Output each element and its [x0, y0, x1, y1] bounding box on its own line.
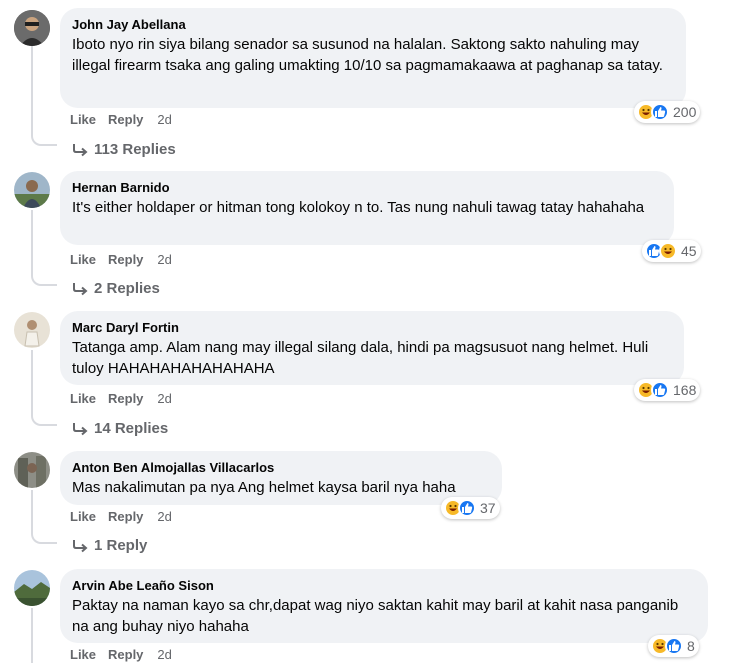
avatar-image	[14, 570, 50, 606]
avatar[interactable]	[14, 570, 50, 606]
reply-button[interactable]: Reply	[108, 252, 143, 267]
comment-text: Mas nakalimutan pa nya Ang helmet kaysa …	[72, 479, 456, 496]
reaction-count: 37	[480, 500, 496, 516]
avatar[interactable]	[14, 172, 50, 208]
avatar-image	[14, 312, 50, 348]
reply-button[interactable]: Reply	[108, 391, 143, 406]
thread-line	[31, 350, 33, 410]
comment-timestamp[interactable]: 2d	[157, 391, 171, 406]
comment-timestamp[interactable]: 2d	[157, 647, 171, 662]
comment-timestamp[interactable]: 2d	[157, 509, 171, 524]
comment-actions: Like Reply 2d	[70, 252, 172, 267]
reaction-summary[interactable]: 200	[634, 101, 701, 123]
reply-button[interactable]: Reply	[108, 647, 143, 662]
thread-line	[31, 608, 33, 663]
avatar-image	[14, 452, 50, 488]
comment-bubble: John Jay Abellana Iboto nyo rin siya bil…	[60, 8, 686, 108]
comment-actions: Like Reply 2d	[70, 391, 172, 406]
view-replies-button[interactable]: 14 Replies	[72, 420, 168, 437]
view-replies-button[interactable]: 1 Reply	[72, 537, 147, 554]
like-button[interactable]: Like	[70, 509, 96, 524]
avatar[interactable]	[14, 452, 50, 488]
thread-elbow	[31, 410, 57, 426]
reaction-summary[interactable]: 168	[634, 379, 701, 401]
reply-arrow-icon	[73, 143, 88, 156]
like-button[interactable]: Like	[70, 112, 96, 127]
reply-button[interactable]: Reply	[108, 112, 143, 127]
thread-elbow	[31, 270, 57, 286]
reaction-count: 200	[673, 104, 697, 120]
replies-count: 14 Replies	[94, 420, 169, 437]
comment-text: It's either holdaper or hitman tong kolo…	[72, 199, 645, 216]
comment-author[interactable]: Marc Daryl Fortin	[72, 319, 672, 336]
comment-actions: Like Reply 2d	[70, 647, 172, 662]
comment-author[interactable]: Arvin Abe Leaño Sison	[72, 577, 696, 594]
thread-line	[31, 490, 33, 528]
like-button[interactable]: Like	[70, 391, 96, 406]
comment-bubble: Anton Ben Almojallas Villacarlos Mas nak…	[60, 451, 502, 505]
comment-text: Iboto nyo rin siya bilang senador sa sus…	[72, 36, 663, 74]
reply-arrow-icon	[73, 539, 88, 552]
reply-arrow-icon	[73, 282, 88, 295]
comment-actions: Like Reply 2d	[70, 509, 172, 524]
comment-bubble: Arvin Abe Leaño Sison Paktay na naman ka…	[60, 569, 708, 643]
thread-elbow	[31, 528, 57, 544]
like-reaction-icon	[651, 103, 669, 121]
avatar-image	[14, 10, 50, 46]
comment-text: Tatanga amp. Alam nang may illegal silan…	[72, 339, 649, 377]
reply-button[interactable]: Reply	[108, 509, 143, 524]
reaction-summary[interactable]: 45	[642, 240, 701, 262]
replies-count: 2 Replies	[94, 280, 160, 297]
avatar[interactable]	[14, 312, 50, 348]
replies-count: 113 Replies	[94, 141, 176, 158]
thread-elbow	[31, 130, 57, 146]
replies-count: 1 Reply	[94, 537, 148, 554]
haha-reaction-icon	[659, 242, 677, 260]
like-button[interactable]: Like	[70, 647, 96, 662]
reaction-summary[interactable]: 37	[441, 497, 500, 519]
avatar-image	[14, 172, 50, 208]
like-reaction-icon	[651, 381, 669, 399]
view-replies-button[interactable]: 2 Replies	[72, 280, 160, 297]
like-button[interactable]: Like	[70, 252, 96, 267]
avatar[interactable]	[14, 10, 50, 46]
reply-arrow-icon	[73, 422, 88, 435]
reaction-summary[interactable]: 8	[648, 635, 699, 657]
like-reaction-icon	[665, 637, 683, 655]
reaction-count: 45	[681, 243, 697, 259]
comment-author[interactable]: Hernan Barnido	[72, 179, 662, 196]
reaction-count: 8	[687, 638, 695, 654]
thread-line	[31, 46, 33, 130]
comment-actions: Like Reply 2d	[70, 112, 172, 127]
comment-timestamp[interactable]: 2d	[157, 252, 171, 267]
comment-author[interactable]: Anton Ben Almojallas Villacarlos	[72, 459, 490, 476]
like-reaction-icon	[458, 499, 476, 517]
view-replies-button[interactable]: 113 Replies	[72, 141, 176, 158]
comment-timestamp[interactable]: 2d	[157, 112, 171, 127]
comment-bubble: Marc Daryl Fortin Tatanga amp. Alam nang…	[60, 311, 684, 385]
thread-line	[31, 210, 33, 270]
comment-bubble: Hernan Barnido It's either holdaper or h…	[60, 171, 674, 245]
reaction-count: 168	[673, 382, 697, 398]
comment-author[interactable]: John Jay Abellana	[72, 16, 674, 33]
comment-text: Paktay na naman kayo sa chr,dapat wag ni…	[72, 597, 679, 635]
